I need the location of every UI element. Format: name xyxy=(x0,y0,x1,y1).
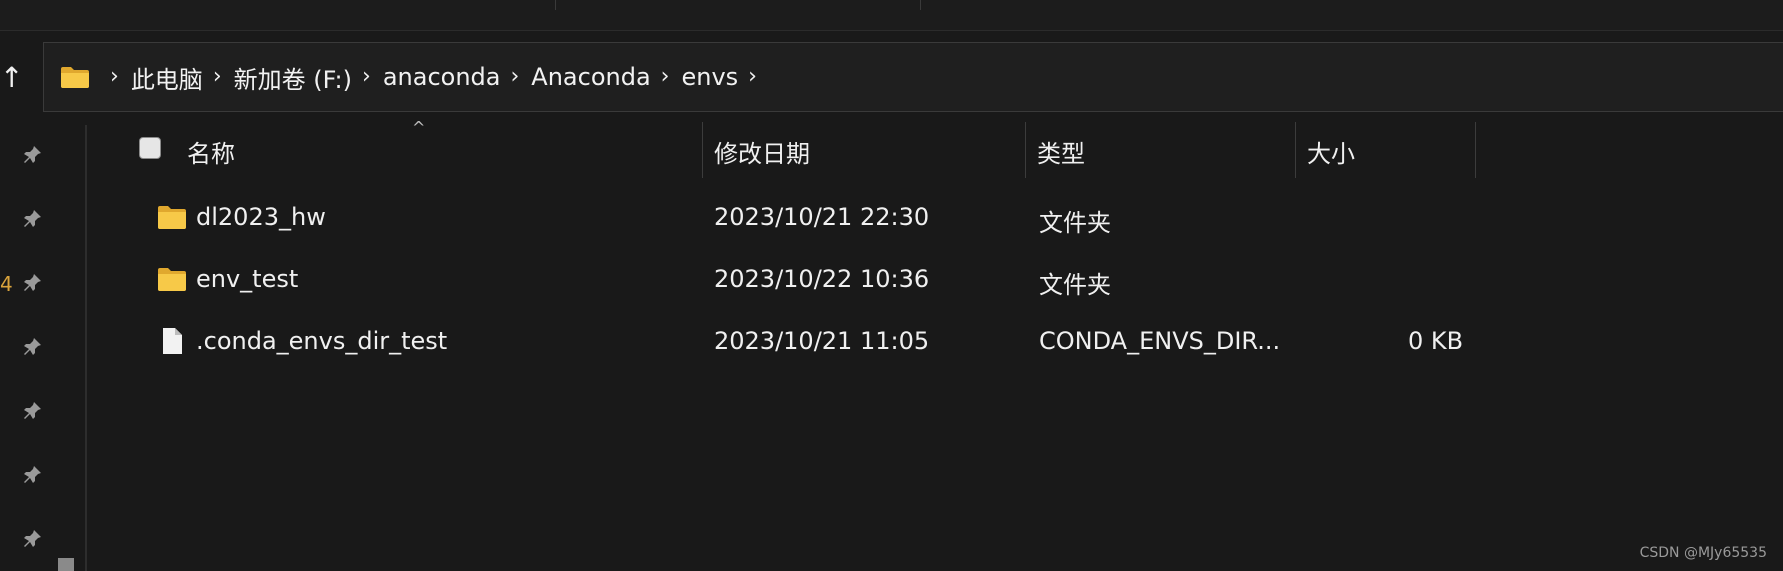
column-header-name[interactable]: 名称 xyxy=(187,134,235,169)
up-directory-button[interactable]: ↑ xyxy=(0,60,23,96)
breadcrumb-anaconda-lower[interactable]: anaconda xyxy=(383,63,501,91)
folder-icon xyxy=(158,268,186,291)
partial-glyph: 4 xyxy=(0,272,13,296)
pin-icon[interactable] xyxy=(20,271,44,295)
column-header-type[interactable]: 类型 xyxy=(1037,134,1085,169)
chevron-right-icon[interactable]: › xyxy=(213,66,222,88)
pin-icon[interactable] xyxy=(20,463,44,487)
breadcrumb-envs[interactable]: envs xyxy=(681,63,738,91)
file-type: CONDA_ENVS_DIR... xyxy=(1039,327,1281,355)
file-type: 文件夹 xyxy=(1039,271,1111,299)
file-name[interactable]: dl2023_hw xyxy=(196,203,326,231)
pin-icon[interactable] xyxy=(20,527,44,551)
chevron-right-icon[interactable]: › xyxy=(661,66,670,88)
chevron-right-icon[interactable]: › xyxy=(748,66,757,88)
folder-icon xyxy=(158,206,186,229)
file-type: 文件夹 xyxy=(1039,209,1111,237)
file-name[interactable]: .conda_envs_dir_test xyxy=(196,327,447,355)
address-bar[interactable]: › 此电脑 › 新加卷 (F:) › anaconda › Anaconda ›… xyxy=(43,42,1783,112)
tab-separator xyxy=(920,0,921,10)
file-explorer-window: ↑ › 此电脑 › 新加卷 (F:) › anaconda › Anaconda… xyxy=(0,0,1783,571)
pin-icon[interactable] xyxy=(20,335,44,359)
scroll-thumb[interactable] xyxy=(58,558,74,571)
column-resize-handle[interactable] xyxy=(702,122,703,178)
chevron-right-icon[interactable]: › xyxy=(362,66,371,88)
file-name[interactable]: env_test xyxy=(196,265,298,293)
file-modified: 2023/10/21 11:05 xyxy=(714,327,930,355)
column-resize-handle[interactable] xyxy=(1025,122,1026,178)
file-row[interactable]: .conda_envs_dir_test 2023/10/21 11:05 CO… xyxy=(87,314,1487,368)
file-modified: 2023/10/21 22:30 xyxy=(714,203,930,231)
column-resize-handle[interactable] xyxy=(1295,122,1296,178)
breadcrumb-this-pc[interactable]: 此电脑 xyxy=(131,60,203,95)
file-modified: 2023/10/22 10:36 xyxy=(714,265,930,293)
select-all-checkbox[interactable] xyxy=(139,137,161,159)
pin-icon[interactable] xyxy=(20,207,44,231)
breadcrumb-drive-f[interactable]: 新加卷 (F:) xyxy=(234,60,352,95)
folder-icon xyxy=(61,67,89,88)
tab-separator xyxy=(555,0,556,10)
chevron-right-icon[interactable]: › xyxy=(110,66,119,88)
column-header-modified[interactable]: 修改日期 xyxy=(714,134,810,169)
column-resize-handle[interactable] xyxy=(1475,122,1476,178)
file-icon xyxy=(163,328,182,354)
pin-icon[interactable] xyxy=(20,143,44,167)
title-strip xyxy=(0,0,1783,31)
watermark: CSDN @MJy65535 xyxy=(1639,545,1767,561)
pin-icon[interactable] xyxy=(20,399,44,423)
chevron-right-icon[interactable]: › xyxy=(510,66,519,88)
column-header-row: 名称 修改日期 类型 大小 xyxy=(87,122,1487,178)
file-size: 0 KB xyxy=(1408,327,1464,355)
column-header-size[interactable]: 大小 xyxy=(1307,134,1355,169)
breadcrumb-anaconda[interactable]: Anaconda xyxy=(531,63,650,91)
file-row[interactable]: dl2023_hw 2023/10/21 22:30 文件夹 xyxy=(87,190,1487,244)
file-row[interactable]: env_test 2023/10/22 10:36 文件夹 xyxy=(87,252,1487,306)
